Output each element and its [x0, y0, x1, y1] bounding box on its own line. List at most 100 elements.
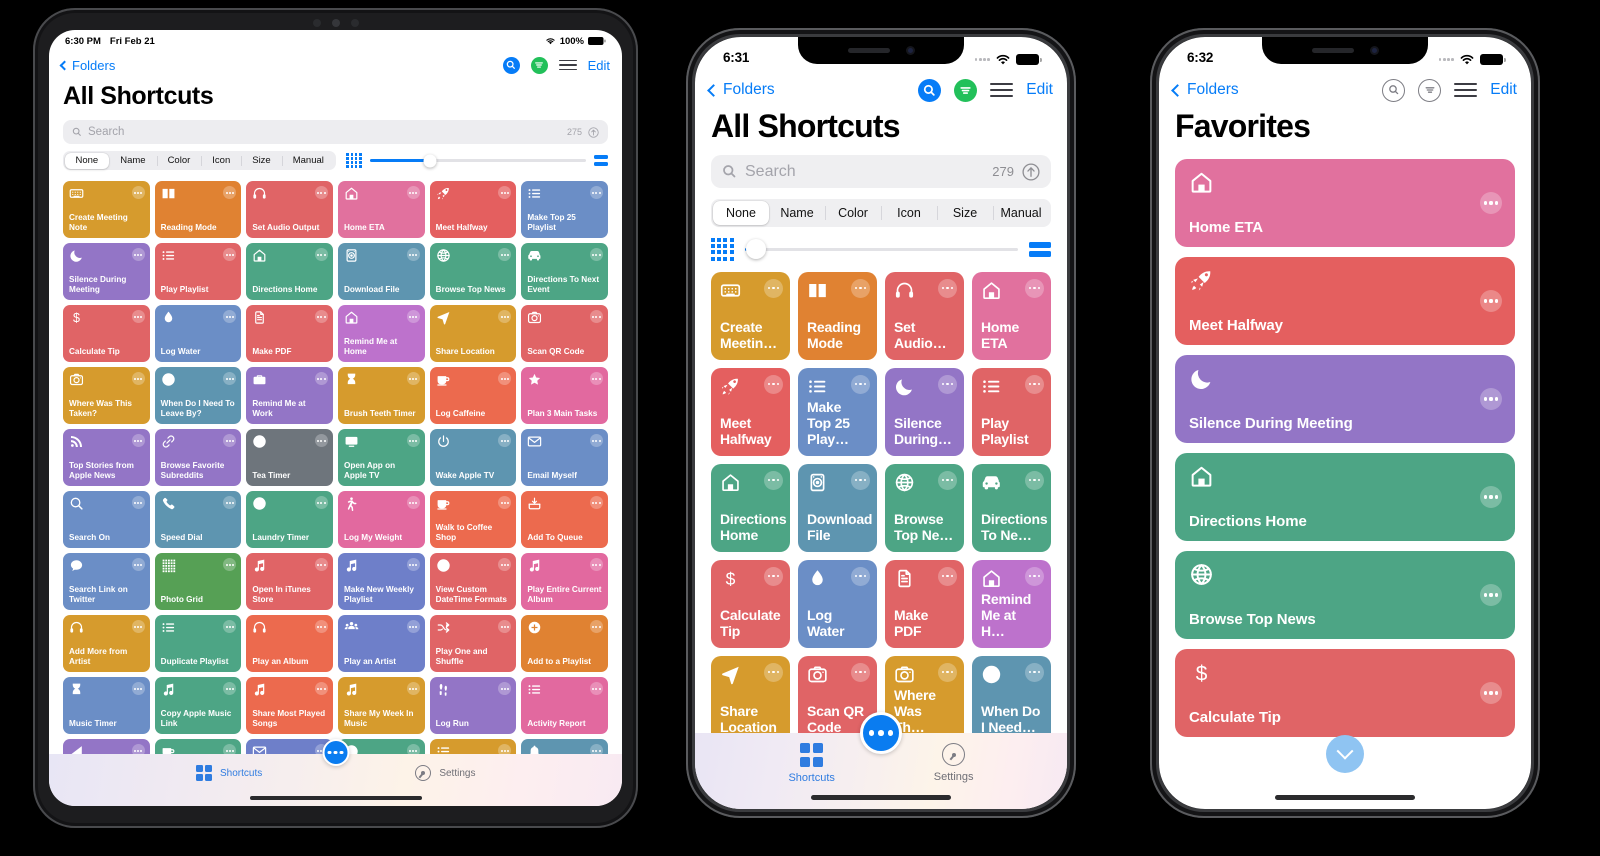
shortcut-tile[interactable]: Make PDF: [885, 559, 964, 648]
tile-options-button[interactable]: [1480, 290, 1502, 312]
tile-options-button[interactable]: [589, 372, 603, 385]
shortcut-tile[interactable]: Copy Apple Music Link: [154, 677, 242, 734]
favorite-card[interactable]: Browse Top News: [1175, 551, 1515, 639]
tile-options-button[interactable]: [131, 620, 145, 633]
tile-options-button[interactable]: [314, 682, 328, 695]
sort-segment-color[interactable]: Color: [156, 153, 202, 169]
shortcut-tile[interactable]: Browse Top Ne…: [885, 463, 964, 552]
tile-options-button[interactable]: [938, 278, 957, 298]
tile-options-button[interactable]: [498, 186, 512, 199]
tile-options-button[interactable]: [498, 434, 512, 447]
shortcut-tile[interactable]: Search Link on Twitter: [63, 553, 150, 610]
tile-options-button[interactable]: [938, 662, 957, 682]
shortcut-tile[interactable]: Top Stories from Apple News: [63, 429, 150, 486]
tile-options-button[interactable]: [223, 248, 237, 261]
list-view-icon[interactable]: [594, 154, 608, 167]
shortcut-tile[interactable]: Open In iTunes Store: [246, 553, 333, 610]
tile-options-button[interactable]: [589, 248, 603, 261]
shortcut-tile[interactable]: Plan 3 Main Tasks: [521, 367, 608, 424]
tile-options-button[interactable]: [498, 310, 512, 323]
shortcut-tile[interactable]: Make Top 25 Play…: [798, 367, 877, 456]
grid-size-slider[interactable]: [744, 239, 1018, 260]
tile-options-button[interactable]: [938, 374, 957, 394]
tile-options-button[interactable]: [223, 372, 237, 385]
shortcut-tile[interactable]: Add to a Playlist: [521, 615, 608, 672]
tab-shortcuts[interactable]: Shortcuts: [788, 743, 835, 784]
shortcut-tile[interactable]: Create Meetin…: [711, 271, 790, 360]
tile-options-button[interactable]: [223, 310, 237, 323]
tile-options-button[interactable]: [223, 496, 237, 509]
shortcut-tile[interactable]: Email Myself: [521, 429, 608, 486]
tile-options-button[interactable]: [764, 470, 783, 490]
sort-direction-icon[interactable]: [588, 126, 599, 138]
shortcut-tile[interactable]: Walk to Coffee Shop: [429, 491, 517, 548]
tile-options-button[interactable]: [1480, 584, 1502, 606]
search-icon[interactable]: [918, 78, 942, 102]
tile-options-button[interactable]: [314, 248, 328, 261]
tile-options-button[interactable]: [131, 372, 145, 385]
tile-options-button[interactable]: [498, 558, 512, 571]
tile-options-button[interactable]: [314, 372, 328, 385]
tile-options-button[interactable]: [589, 496, 603, 509]
tile-options-button[interactable]: [764, 278, 783, 298]
tile-options-button[interactable]: [406, 496, 420, 509]
shortcut-tile[interactable]: Reading Mode: [798, 271, 877, 360]
tile-options-button[interactable]: [314, 186, 328, 199]
tile-options-button[interactable]: [131, 310, 145, 323]
sort-segment-icon[interactable]: Icon: [881, 201, 937, 225]
shortcut-tile[interactable]: Share Most Played Songs: [246, 677, 333, 734]
shortcut-tile[interactable]: Add More from Artist: [63, 615, 150, 672]
tile-options-button[interactable]: [131, 434, 145, 447]
shortcut-tile[interactable]: Remind Me at Work: [246, 367, 333, 424]
shortcut-tile[interactable]: Browse Favorite Subreddits: [154, 429, 242, 486]
shortcut-tile[interactable]: Browse Top News: [429, 243, 517, 300]
tile-options-button[interactable]: [764, 374, 783, 394]
tile-options-button[interactable]: [589, 434, 603, 447]
grid-small-icon[interactable]: [346, 152, 362, 169]
shortcut-tile[interactable]: Share Location: [711, 655, 790, 744]
shortcut-tile[interactable]: Activity Report: [521, 677, 608, 734]
tile-options-button[interactable]: [851, 278, 870, 298]
shortcut-tile[interactable]: Open App on Apple TV: [337, 429, 425, 486]
tile-options-button[interactable]: [589, 620, 603, 633]
tile-options-button[interactable]: [314, 310, 328, 323]
shortcut-tile[interactable]: Search On: [63, 491, 150, 548]
tab-settings[interactable]: Settings: [934, 743, 974, 783]
shortcut-tile[interactable]: Log Water: [798, 559, 877, 648]
shortcut-tile[interactable]: Home ETA: [337, 181, 425, 238]
tile-options-button[interactable]: [223, 682, 237, 695]
tile-options-button[interactable]: [498, 372, 512, 385]
tile-options-button[interactable]: [764, 662, 783, 682]
shortcut-tile[interactable]: Where Was This Taken?: [63, 367, 150, 424]
filter-icon[interactable]: [530, 56, 548, 74]
shortcut-tile[interactable]: Set Audio…: [885, 271, 964, 360]
tile-options-button[interactable]: [131, 186, 145, 199]
shortcut-tile[interactable]: Make PDF: [246, 305, 333, 362]
sort-segment-none[interactable]: None: [64, 152, 110, 169]
tile-options-button[interactable]: [764, 566, 783, 586]
tile-options-button[interactable]: [1025, 662, 1044, 682]
shortcut-tile[interactable]: Play Entire Current Album: [521, 553, 608, 610]
tile-options-button[interactable]: [406, 434, 420, 447]
shortcut-tile[interactable]: Play an Album: [246, 615, 333, 672]
sort-segment-manual[interactable]: Manual: [993, 201, 1049, 225]
tile-options-button[interactable]: [223, 434, 237, 447]
tile-options-button[interactable]: [1480, 682, 1502, 704]
tile-options-button[interactable]: [131, 682, 145, 695]
back-to-folders-button[interactable]: Folders: [59, 58, 115, 73]
list-view-icon[interactable]: [1029, 241, 1051, 258]
menu-icon[interactable]: [558, 59, 577, 71]
search-icon[interactable]: [1382, 78, 1406, 102]
shortcut-tile[interactable]: Play Playlist: [972, 367, 1051, 456]
shortcut-tile[interactable]: Log Water: [154, 305, 242, 362]
tile-options-button[interactable]: [851, 470, 870, 490]
shortcut-tile[interactable]: Directions To Next Event: [521, 243, 608, 300]
tile-options-button[interactable]: [406, 186, 420, 199]
tile-options-button[interactable]: [498, 620, 512, 633]
tile-options-button[interactable]: [314, 558, 328, 571]
shortcut-tile[interactable]: Remind Me at H…: [972, 559, 1051, 648]
shortcuts-fab-button[interactable]: [322, 739, 349, 766]
search-input[interactable]: Search 275: [63, 120, 608, 144]
tile-options-button[interactable]: [131, 496, 145, 509]
tile-options-button[interactable]: [223, 620, 237, 633]
